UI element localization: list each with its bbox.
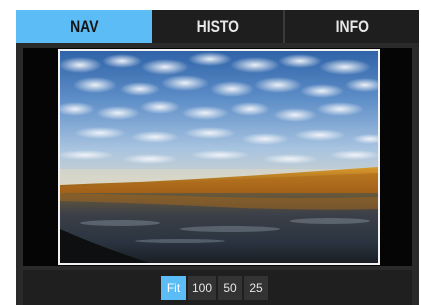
panel-tabs: NAV HISTO INFO	[16, 10, 419, 43]
zoom-bar: Fit 100 50 25	[23, 270, 412, 305]
navigator-viewer	[23, 48, 412, 266]
zoom-options: Fit 100 50 25	[161, 276, 268, 300]
tab-nav-label: NAV	[69, 16, 99, 36]
tab-histo-label: HISTO	[196, 16, 239, 36]
zoom-100-button[interactable]: 100	[188, 276, 216, 300]
tab-info[interactable]: INFO	[285, 10, 419, 43]
tab-histo[interactable]: HISTO	[152, 10, 285, 43]
navigator-panel: NAV HISTO INFO Fit 100 50 25	[16, 10, 419, 305]
zoom-fit-button[interactable]: Fit	[161, 276, 186, 300]
tab-info-label: INFO	[335, 16, 369, 36]
photo-thumbnail	[60, 51, 378, 263]
zoom-25-button[interactable]: 25	[244, 276, 268, 300]
tab-nav[interactable]: NAV	[16, 10, 152, 43]
navigator-viewport-frame[interactable]	[58, 49, 380, 265]
zoom-50-button[interactable]: 50	[218, 276, 242, 300]
